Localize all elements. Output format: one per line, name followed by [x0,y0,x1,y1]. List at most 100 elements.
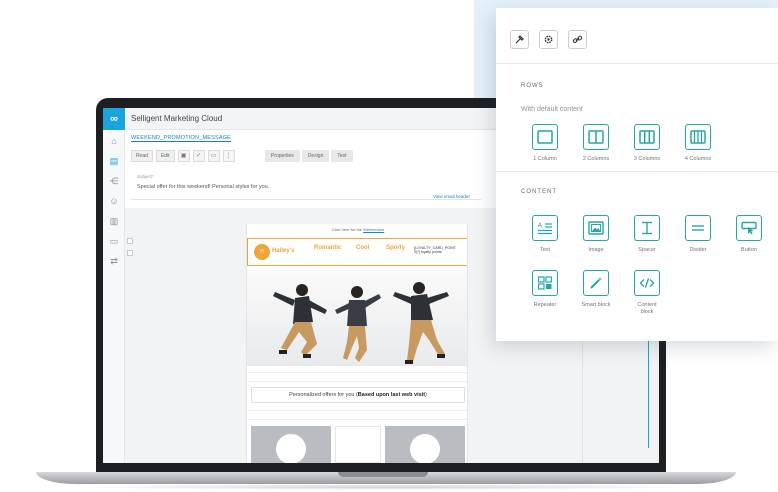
content-section-title: CONTENT [521,189,557,195]
drop-indicator [648,328,649,448]
spacer-row [247,410,467,420]
button-icon [736,215,762,241]
analytics-icon[interactable]: ▥ [108,216,120,226]
spacer-icon [634,215,660,241]
row-checkbox[interactable] [127,238,133,244]
content-tile-content-block[interactable]: Content block [625,270,669,316]
edit-button[interactable]: Edit [155,150,175,162]
personal-text: Personalized offers for you ( [289,392,358,398]
text-icon: A [532,215,558,241]
smart-block-icon [583,270,609,296]
row-tile-4-columns[interactable]: 4 Columns [676,124,720,163]
view-email-header-link[interactable]: View email header [433,194,470,199]
editor-tabs: Properties Design Test [265,150,353,162]
library-icon[interactable]: ▭ [108,236,120,246]
tab-design[interactable]: Design [301,150,330,162]
tab-test[interactable]: Test [331,150,353,162]
transfer-icon[interactable]: ⇄ [108,256,120,266]
placeholder-circle [410,434,440,463]
tab-properties[interactable]: Properties [265,150,300,162]
webversion-link[interactable]: Webversion [363,227,384,232]
content-tile-image[interactable]: Image [574,215,618,254]
content-tile-label: Spacer [638,247,656,253]
content-tile-repeater[interactable]: Repeater [523,270,567,309]
message-name[interactable]: WEEKEND_PROMOTION_MESSAGE [131,135,232,142]
editor-toolbar: Read Edit ▣ ✓ ▭ ⋮ [131,150,235,162]
personal-text-end: ) [425,392,427,398]
row-checkbox[interactable] [127,250,133,256]
read-button[interactable]: Read [131,150,153,162]
placeholder-circle [276,434,306,463]
laptop-shadow [60,484,710,490]
webversion-line: Click here for the Webversion [247,224,467,236]
hero-image[interactable] [247,270,467,366]
laptop-notch [338,472,428,477]
audience-icon[interactable]: ☺ [108,196,120,206]
app-title: Selligent Marketing Cloud [131,114,223,123]
loyalty-points: [LOYALTY_CARD_POINT S]*] loyalty points [414,246,466,255]
check-icon[interactable]: ✓ [192,150,205,162]
product-text-placeholder [335,426,381,463]
content-tile-label: Image [588,247,604,253]
loyalty-line-2: S]*] loyalty points [414,250,442,255]
email-header: H Hailey's Romantic Cool Sporty [LOYALTY… [247,238,467,266]
home-icon[interactable]: ⌂ [108,136,120,146]
spacer-row [247,372,467,382]
row-tile-1-column[interactable]: 1 Column [523,124,567,163]
rows-subtitle: With default content [521,106,583,113]
nav-link-cool[interactable]: Cool [356,245,369,251]
gear-icon[interactable] [539,30,558,49]
four-columns-icon [685,124,711,150]
journey-icon[interactable]: ⋲ [108,176,120,186]
content-tile-label: Smart block [581,302,611,308]
document-icon[interactable]: ▤ [108,156,120,166]
content-tile-smart-block[interactable]: Smart block [574,270,618,309]
one-column-icon [532,124,558,150]
subject-label: Subject* [137,174,154,179]
content-tile-spacer[interactable]: Spacer [625,215,669,254]
personalized-offers-banner: Personalized offers for you (Based upon … [251,387,465,403]
two-columns-icon [583,124,609,150]
subject-field[interactable]: Subject* Special offer for this weekend!… [131,170,481,200]
svg-text:A: A [538,223,543,230]
content-tile-divider[interactable]: Divider [676,215,720,254]
row-tile-label: 4 Columns [684,156,712,162]
eyedropper-icon[interactable] [510,30,529,49]
save-icon[interactable]: ▣ [177,150,190,162]
personal-bold-text: Based upon last web visit [357,392,426,398]
panel-toolbar [496,8,778,64]
three-columns-icon [634,124,660,150]
row-tile-label: 2 Columns [582,156,610,162]
rows-section-title: ROWS [521,83,544,89]
content-tile-button[interactable]: Button [727,215,771,254]
row-tile-2-columns[interactable]: 2 Columns [574,124,618,163]
brand-name: Hailey's [272,248,295,254]
content-tile-text[interactable]: A Text [523,215,567,254]
content-tile-label: Content block [637,302,657,315]
nav-link-sporty[interactable]: Sporty [386,245,405,251]
app-sidebar: ⌂ ▤ ⋲ ☺ ▥ ▭ ⇄ [103,130,125,463]
repeater-icon [532,270,558,296]
row-tile-label: 1 Column [533,156,557,162]
selligent-logo-icon[interactable]: ∞ [103,108,125,130]
row-tile-label: 3 Columns [633,156,661,162]
more-icon[interactable]: ⋮ [222,150,235,162]
subject-value[interactable]: Special offer for this weekend! Personal… [137,184,269,190]
jumping-men-illustration [273,282,449,364]
product-image-placeholder[interactable] [385,426,465,463]
content-tile-label: Divider [689,247,707,253]
content-block-icon [634,270,660,296]
image-icon [583,215,609,241]
section-divider [496,171,778,172]
divider-icon [685,215,711,241]
content-tile-label: Repeater [533,302,557,308]
brand-logo-icon: H [254,244,270,260]
webversion-text: Click here for the [331,227,363,232]
email-preview: Click here for the Webversion H Hailey's… [246,224,468,463]
builder-panel: ROWS With default content 1 Column 2 Col… [496,8,778,341]
product-image-placeholder[interactable] [251,426,331,463]
row-tile-3-columns[interactable]: 3 Columns [625,124,669,163]
nav-link-romantic[interactable]: Romantic [314,245,341,251]
link-icon[interactable] [568,30,587,49]
preview-icon[interactable]: ▭ [207,150,220,162]
